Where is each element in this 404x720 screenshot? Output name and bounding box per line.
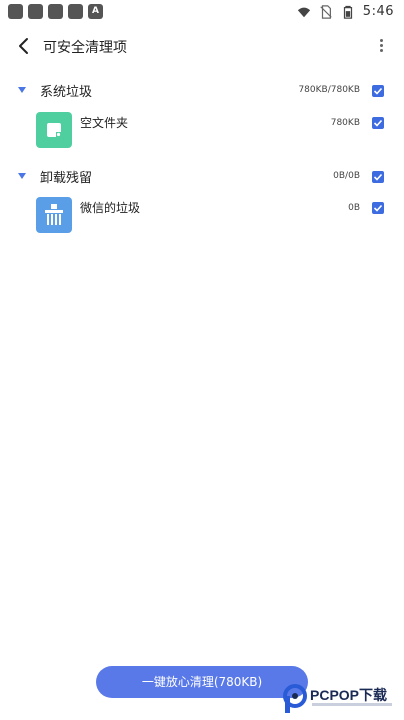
app-bar: 可安全清理项 — [0, 30, 404, 64]
one-click-clean-button[interactable]: 一键放心清理(780KB) — [96, 666, 308, 698]
notification-app-icon — [28, 4, 43, 19]
system-status: 5:46 — [297, 4, 394, 19]
item-size: 0B — [348, 203, 360, 213]
watermark-text: PCPOP下载 — [310, 687, 388, 703]
watermark-underline — [312, 703, 392, 706]
item-checkbox[interactable] — [372, 117, 384, 129]
battery-icon — [343, 5, 352, 19]
list-item-empty-folder[interactable]: 空文件夹 780KB — [0, 112, 404, 156]
back-arrow-icon — [19, 38, 28, 54]
expand-caret-icon[interactable] — [18, 173, 26, 179]
watermark: PCPOP下载 — [282, 684, 402, 716]
pcpop-logo-icon — [283, 684, 307, 713]
page-title: 可安全清理项 — [43, 40, 127, 56]
item-title: 微信的垃圾 — [80, 201, 141, 215]
clock-time: 5:46 — [362, 4, 394, 19]
group-size: 780KB/780KB — [298, 85, 360, 95]
notification-app-icon — [48, 4, 63, 19]
check-icon — [373, 173, 383, 181]
item-checkbox[interactable] — [372, 202, 384, 214]
folder-icon — [36, 112, 72, 148]
check-icon — [373, 119, 383, 127]
check-icon — [373, 87, 383, 95]
status-bar: A 5:46 — [0, 0, 404, 26]
wifi-icon — [297, 7, 310, 17]
group-title: 卸载残留 — [40, 171, 93, 186]
group-system-junk[interactable]: 系统垃圾 780KB/780KB — [0, 80, 404, 102]
notification-icons: A — [8, 4, 103, 19]
group-checkbox[interactable] — [372, 85, 384, 97]
trash-shredder-icon — [36, 197, 72, 233]
notification-app-icon — [8, 4, 23, 19]
no-sim-icon — [320, 4, 332, 19]
group-title: 系统垃圾 — [40, 85, 93, 100]
notification-a-icon: A — [88, 4, 103, 19]
expand-caret-icon[interactable] — [18, 87, 26, 93]
notification-app-icon — [68, 4, 83, 19]
more-options-button[interactable] — [376, 37, 386, 57]
group-size: 0B/0B — [333, 171, 360, 181]
back-button[interactable] — [14, 36, 34, 56]
group-uninstall-residue[interactable]: 卸载残留 0B/0B — [0, 166, 404, 188]
check-icon — [373, 204, 383, 212]
more-vertical-icon — [376, 39, 386, 52]
group-checkbox[interactable] — [372, 171, 384, 183]
item-title: 空文件夹 — [80, 116, 129, 130]
list-item-wechat-junk[interactable]: 微信的垃圾 0B — [0, 197, 404, 241]
item-size: 780KB — [330, 118, 360, 128]
